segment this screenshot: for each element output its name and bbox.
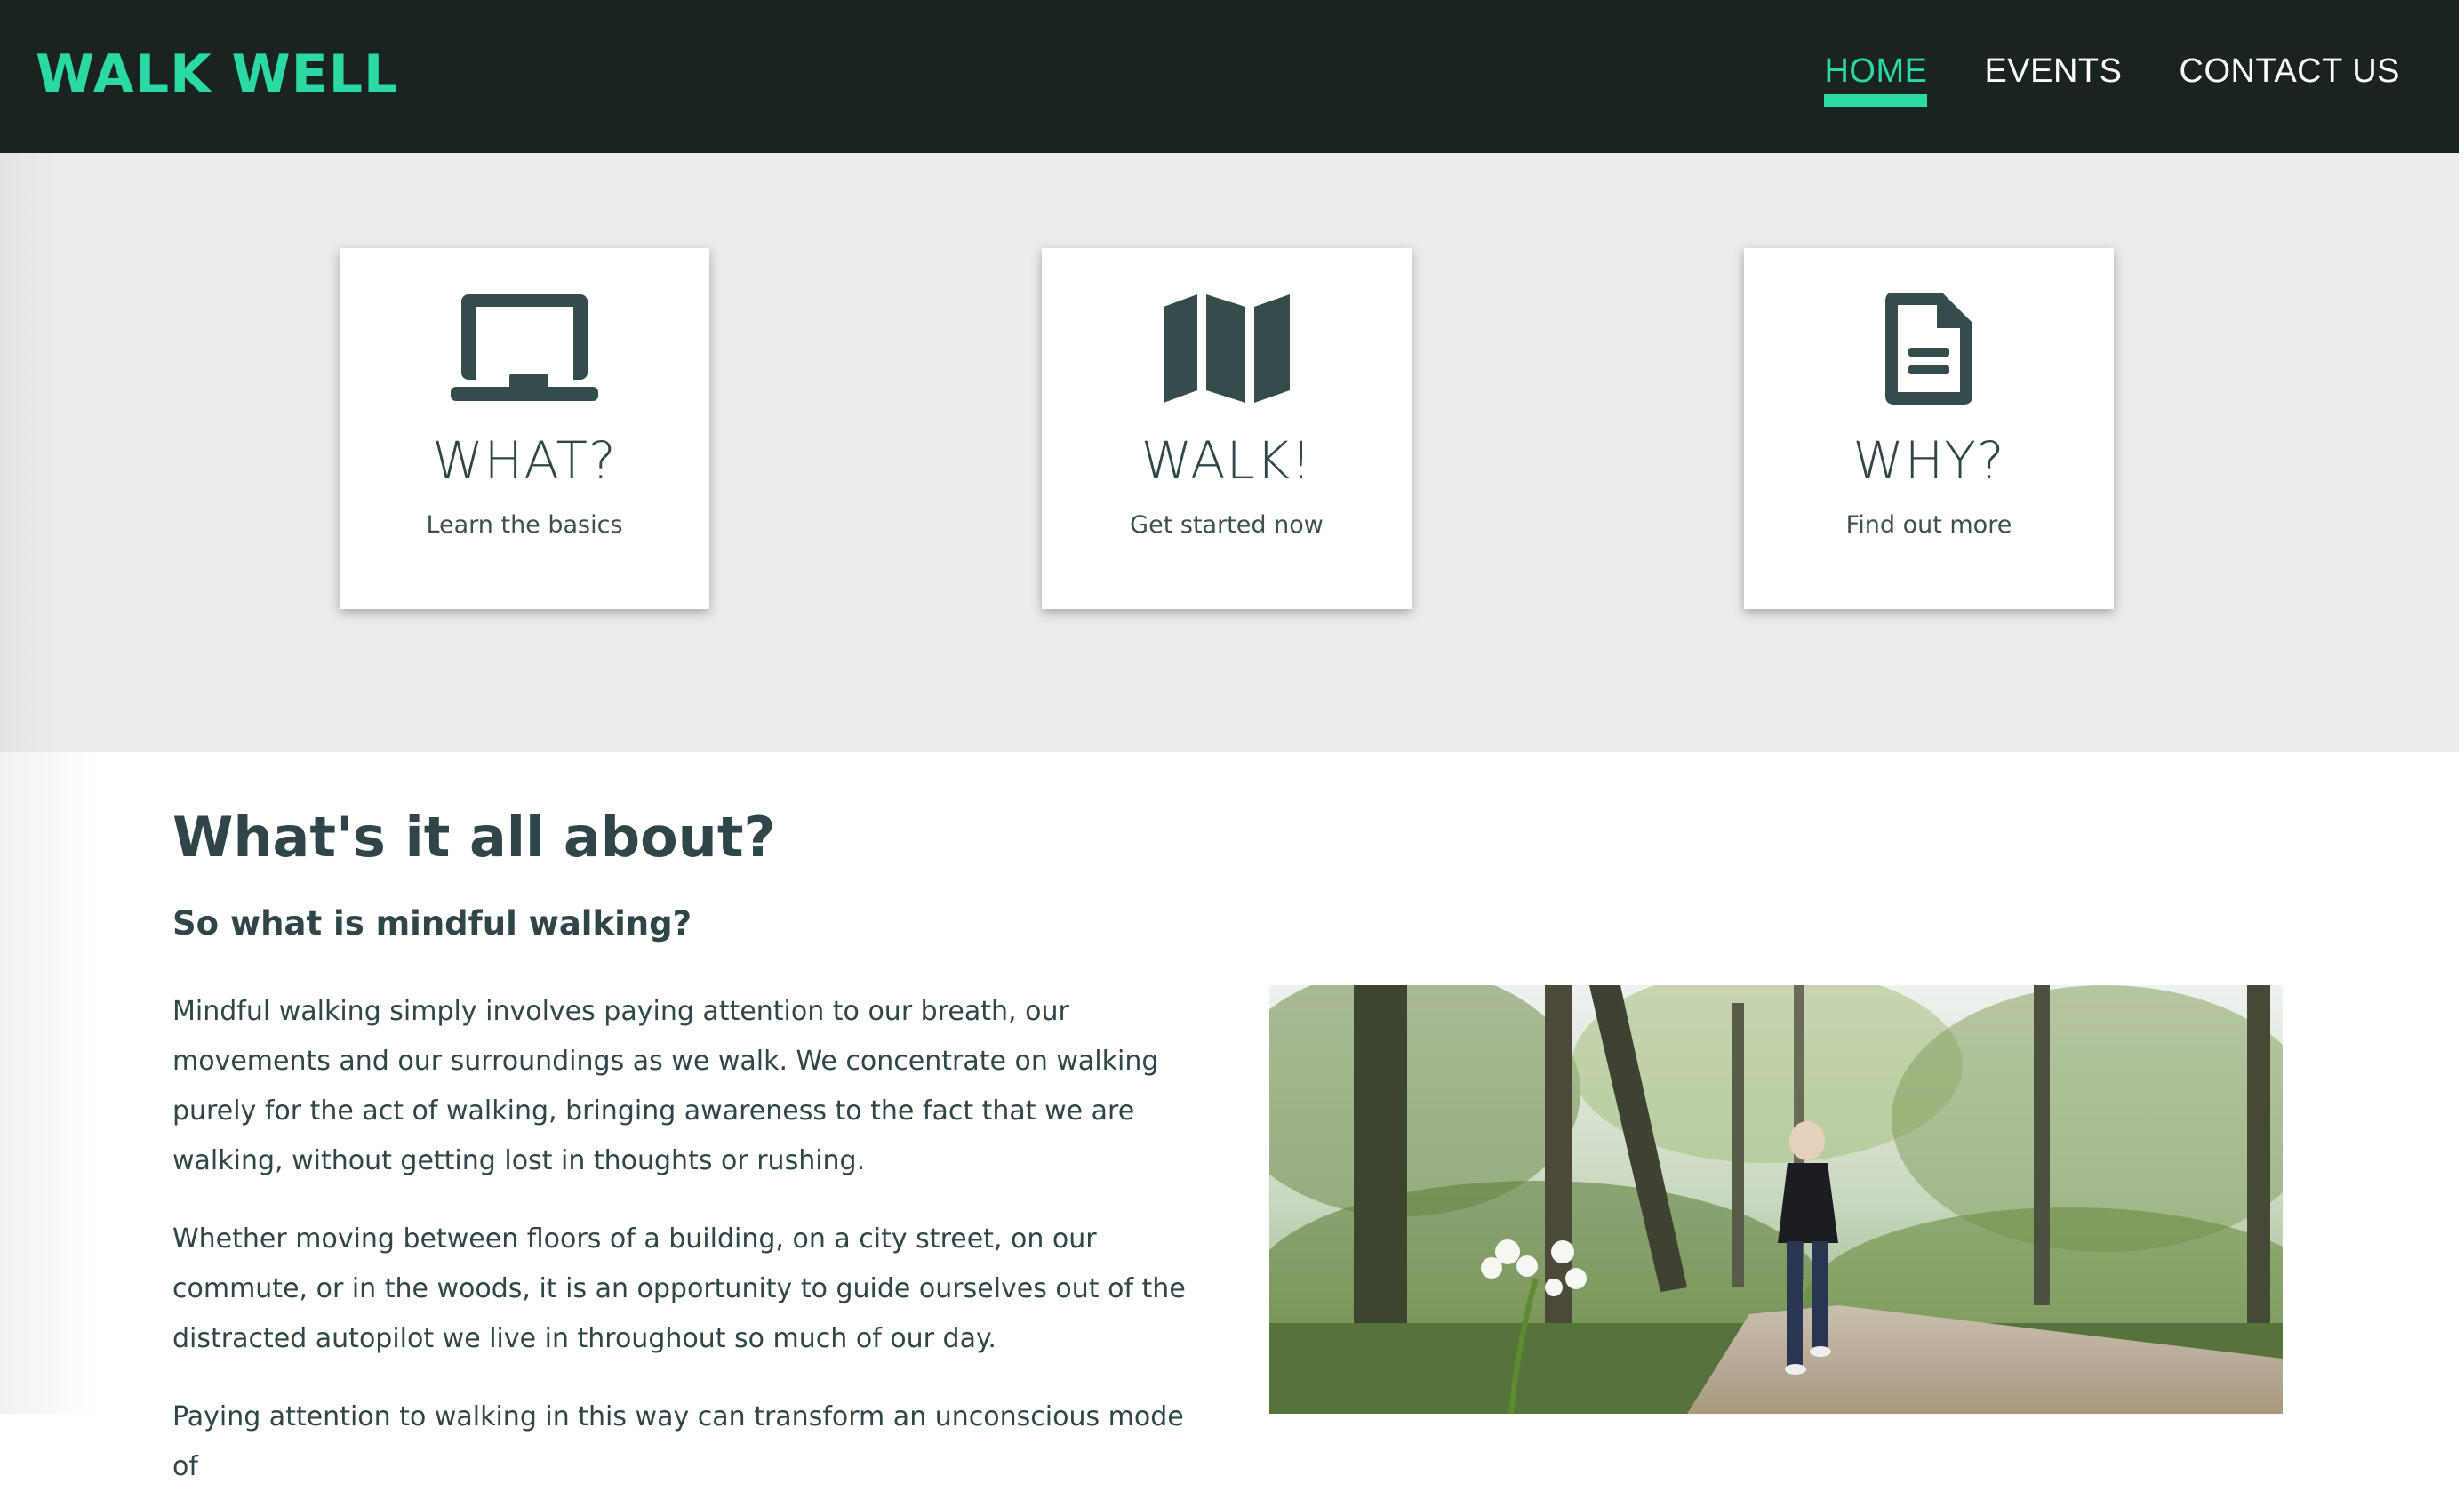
site-logo[interactable]: WALK WELL bbox=[36, 39, 398, 110]
section-heading: What's it all about? bbox=[172, 805, 776, 870]
about-section: What's it all about? So what is mindful … bbox=[0, 752, 2459, 1482]
nav-events[interactable]: EVENTS bbox=[1984, 0, 2122, 153]
paragraph: Mindful walking simply involves paying a… bbox=[172, 996, 1159, 1176]
nav-contact-us[interactable]: CONTACT US bbox=[2180, 0, 2401, 153]
card-title: WALK! bbox=[1140, 430, 1313, 491]
laptop-icon bbox=[340, 289, 709, 408]
walking-video-image[interactable] bbox=[1269, 985, 2283, 1414]
map-icon bbox=[1042, 289, 1412, 408]
section-subheading: So what is mindful walking? bbox=[172, 904, 692, 943]
nav-home[interactable]: HOME bbox=[1824, 0, 1928, 153]
paragraph: Paying attention to walking in this way … bbox=[172, 1401, 1184, 1482]
card-why[interactable]: WHY? Find out more bbox=[1744, 248, 2114, 609]
main-nav: HOME EVENTS CONTACT US bbox=[1767, 0, 2400, 153]
card-walk[interactable]: WALK! Get started now bbox=[1042, 248, 1412, 609]
site-header: WALK WELL HOME EVENTS CONTACT US bbox=[0, 0, 2459, 153]
card-what[interactable]: WHAT? Learn the basics bbox=[340, 248, 709, 609]
document-icon bbox=[1744, 289, 2114, 408]
card-subtitle: Find out more bbox=[1845, 511, 2012, 539]
card-subtitle: Get started now bbox=[1130, 511, 1324, 539]
feature-cards-section: WHAT? Learn the basics WALK! Get started… bbox=[0, 153, 2459, 752]
card-title: WHY? bbox=[1852, 430, 2005, 491]
paragraph: Whether moving between floors of a build… bbox=[172, 1223, 1186, 1354]
card-title: WHAT? bbox=[432, 430, 617, 491]
card-subtitle: Learn the basics bbox=[426, 511, 623, 539]
